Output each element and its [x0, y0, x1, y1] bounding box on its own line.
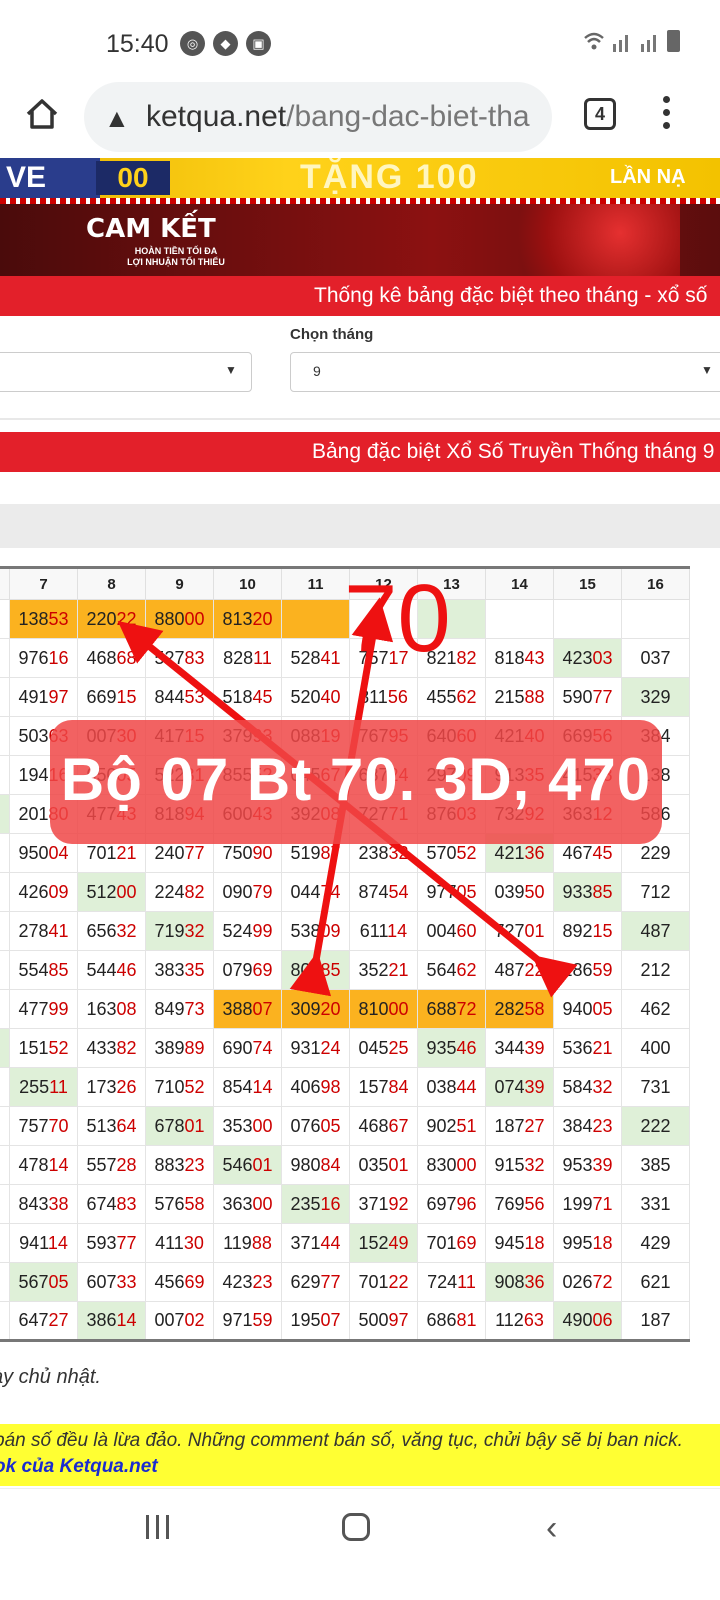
recent-apps-button[interactable] — [146, 1515, 169, 1539]
facebook-link[interactable]: ok của Ketqua.net — [0, 1456, 158, 1478]
warning-box: bán số đều là lừa đảo. Những comment bán… — [0, 1424, 720, 1486]
screen: 15:40 ◎ ◆ ▣ ▲ ketqua.net/bang-dac-biet-t… — [0, 0, 720, 1600]
back-button[interactable]: ‹ — [546, 1509, 557, 1548]
home-button[interactable] — [342, 1513, 370, 1541]
caption-text: Bộ 07 Bt 70. 3D, 470 — [60, 746, 652, 813]
footnote: ày chủ nhật. — [0, 1366, 101, 1388]
caption-overlay: Bộ 07 Bt 70. 3D, 470 — [50, 720, 662, 844]
warning-text: bán số đều là lừa đảo. Những comment bán… — [0, 1430, 683, 1451]
system-nav-bar: ‹ — [0, 1488, 720, 1600]
